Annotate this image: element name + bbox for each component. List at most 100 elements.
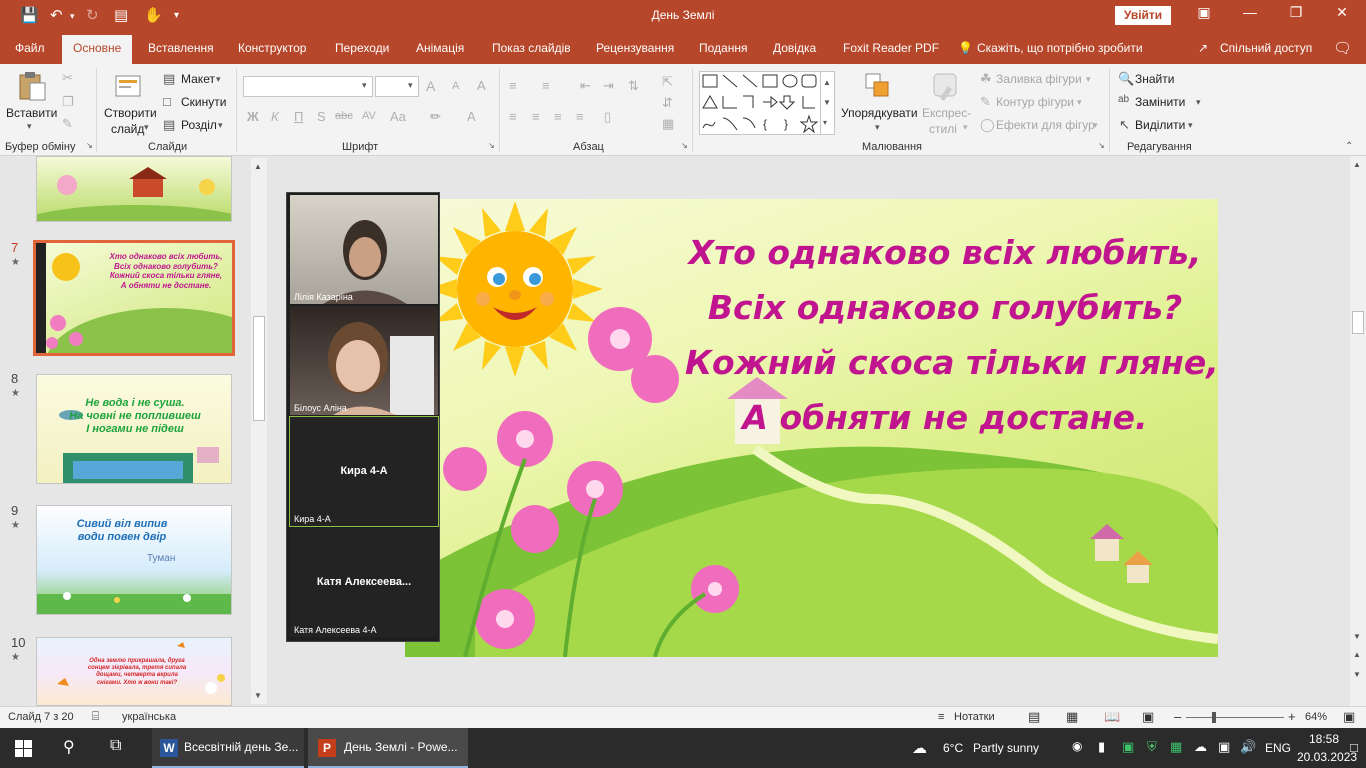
ribbon-display-icon[interactable]: ▣ <box>1189 4 1219 21</box>
gallery-more-icon[interactable]: ▾ <box>823 118 827 127</box>
quick-styles-label-1[interactable]: Експрес- <box>922 106 971 120</box>
paste-icon[interactable] <box>17 70 47 102</box>
align-left-icon[interactable]: ≡ <box>509 109 517 124</box>
change-case-button[interactable]: Aa <box>390 109 406 124</box>
copy-icon[interactable]: ❐ <box>62 94 74 110</box>
font-color-button[interactable]: A <box>467 109 476 124</box>
shapes-gallery-icons[interactable]: {} <box>700 72 820 134</box>
slide-scroll-thumb[interactable] <box>1352 311 1364 334</box>
reading-view-icon[interactable]: 📖 <box>1104 709 1120 725</box>
temperature[interactable]: 6°C <box>943 741 963 755</box>
justify-icon[interactable]: ≡ <box>576 109 584 124</box>
language-indicator[interactable]: українська <box>122 711 176 723</box>
select-dropdown-icon[interactable]: ▾ <box>1188 120 1193 131</box>
select-button[interactable]: Виділити <box>1135 118 1185 132</box>
align-text-icon[interactable]: ⇵ <box>662 95 673 111</box>
windows-start-icon[interactable] <box>15 740 32 757</box>
quick-styles-label-2[interactable]: стилі <box>929 122 957 136</box>
search-icon[interactable]: ⚲ <box>63 737 75 757</box>
participant-video-4[interactable]: Катя Алексеева... Катя Алексеева 4-А <box>289 527 439 638</box>
poem-line-3[interactable]: Кожний скоса тільки гляне, <box>685 343 1218 382</box>
shape-fill-button[interactable]: Заливка фігури <box>996 72 1082 86</box>
task-view-icon[interactable]: ⧉ <box>110 737 121 755</box>
normal-view-icon[interactable]: ▤ <box>1028 709 1040 725</box>
app-tray-icon-2[interactable]: ▦ <box>1170 739 1182 755</box>
tab-home[interactable]: Основне <box>62 35 133 64</box>
notes-button[interactable]: Нотатки <box>954 711 995 723</box>
arrange-button[interactable]: Упорядкувати <box>841 106 918 120</box>
clear-formatting-icon[interactable]: A <box>477 78 486 93</box>
strikethrough-button[interactable]: abc <box>335 110 353 122</box>
tab-foxit[interactable]: Foxit Reader PDF <box>843 41 939 55</box>
shape-outline-dropdown-icon[interactable]: ▾ <box>1077 97 1082 108</box>
format-painter-icon[interactable]: ✎ <box>62 116 73 132</box>
participant-video-1[interactable]: Лілія Казаріна <box>289 194 439 305</box>
section-dropdown-icon[interactable]: ▾ <box>218 120 223 131</box>
shape-effects-dropdown-icon[interactable]: ▾ <box>1093 120 1098 131</box>
clock-date[interactable]: 20.03.2023 <box>1297 750 1357 764</box>
text-direction-icon[interactable]: ⇱ <box>662 74 673 90</box>
video-call-panel[interactable]: Лілія Казаріна Білоус Аліна Кира 4-А Кир… <box>286 192 440 642</box>
slide-thumbnail-7[interactable]: Хто однаково всіх любить, Всіх однаково … <box>33 240 235 356</box>
participant-video-3[interactable]: Кира 4-А Кира 4-А <box>289 416 439 527</box>
weather-icon[interactable]: ☁ <box>912 739 927 757</box>
font-name-input[interactable]: ▾ <box>243 76 373 97</box>
scroll-down-icon[interactable]: ▼ <box>254 691 262 700</box>
quick-styles-icon[interactable] <box>932 72 962 104</box>
layout-button[interactable]: Макет <box>181 72 215 86</box>
thumbnails-scroll-thumb[interactable] <box>253 316 265 421</box>
tab-insert[interactable]: Вставлення <box>148 41 214 55</box>
usb-icon[interactable]: ▮ <box>1098 739 1105 755</box>
find-button[interactable]: Знайти <box>1135 72 1174 86</box>
char-spacing-button[interactable]: AV <box>362 110 376 122</box>
increase-indent-icon[interactable]: ⇥ <box>603 78 614 94</box>
fit-to-window-icon[interactable]: ▣ <box>1343 709 1355 725</box>
tab-file[interactable]: Файл <box>15 41 45 55</box>
align-right-icon[interactable]: ≡ <box>554 109 562 124</box>
collapse-ribbon-icon[interactable]: ⌃ <box>1345 141 1353 152</box>
slide-thumbnail-10[interactable]: Одна землю прикрашала, друга сонцем зігр… <box>36 637 232 706</box>
slide-thumbnails-pane[interactable]: 7 ★ Хто однаково всіх любить, Всіх однак… <box>0 156 270 706</box>
shadow-button[interactable]: S <box>317 109 326 124</box>
restore-icon[interactable]: ❐ <box>1281 4 1311 21</box>
columns-icon[interactable]: ▯ <box>604 109 611 125</box>
zoom-level[interactable]: 64% <box>1305 711 1327 723</box>
tell-me-input[interactable]: Скажіть, що потрібно зробити <box>977 41 1143 55</box>
current-slide[interactable]: Хто однаково всіх любить, Всіх однаково … <box>405 199 1218 657</box>
slide-thumbnail-6[interactable] <box>36 156 232 222</box>
tab-slideshow[interactable]: Показ слайдів <box>492 41 571 55</box>
clock-time[interactable]: 18:58 <box>1309 732 1339 746</box>
decrease-indent-icon[interactable]: ⇤ <box>580 78 591 94</box>
comments-icon[interactable]: 🗨 <box>1333 39 1352 57</box>
arrange-dropdown-icon[interactable]: ▾ <box>875 122 880 133</box>
shape-effects-button[interactable]: Ефекти для фігур <box>996 118 1095 132</box>
new-slide-label-1[interactable]: Створити <box>104 106 157 120</box>
taskbar-powerpoint-window[interactable]: P День Землі - Powe... <box>308 728 468 768</box>
input-language[interactable]: ENG <box>1265 741 1291 755</box>
volume-icon[interactable]: 🔊 <box>1240 739 1256 755</box>
share-button[interactable]: Спільний доступ <box>1220 41 1312 55</box>
tab-help[interactable]: Довідка <box>773 41 816 55</box>
taskbar-word-window[interactable]: W Всесвітній день Зе... <box>152 728 304 768</box>
new-slide-icon[interactable] <box>114 70 144 102</box>
line-spacing-icon[interactable]: ⇅ <box>628 78 639 94</box>
layout-dropdown-icon[interactable]: ▾ <box>216 74 221 85</box>
participant-video-2[interactable]: Білоус Аліна <box>289 305 439 416</box>
paragraph-launcher-icon[interactable]: ↘ <box>681 141 688 150</box>
slide-thumbnail-8[interactable]: Не вода і не суша. На човні не поплившеш… <box>36 374 232 484</box>
security-icon[interactable]: ⛨ <box>1147 739 1157 755</box>
replace-dropdown-icon[interactable]: ▾ <box>1196 97 1201 108</box>
font-name-dropdown-icon[interactable]: ▾ <box>362 80 367 91</box>
new-slide-label-2[interactable]: слайд <box>111 122 144 136</box>
notifications-icon[interactable]: □ <box>1350 740 1358 755</box>
app-tray-icon[interactable]: ▣ <box>1122 739 1134 755</box>
poem-line-4[interactable]: А обняти не достане. <box>685 398 1205 437</box>
align-center-icon[interactable]: ≡ <box>532 109 540 124</box>
scroll-up-icon[interactable]: ▲ <box>254 162 262 171</box>
gallery-up-icon[interactable]: ▲ <box>823 78 831 87</box>
clipboard-launcher-icon[interactable]: ↘ <box>86 141 93 150</box>
slideshow-view-icon[interactable]: ▣ <box>1142 709 1154 725</box>
thumbnails-scrollbar[interactable]: ▲ ▼ <box>251 158 267 704</box>
new-slide-dropdown-icon[interactable]: ▾ <box>144 122 149 133</box>
tab-animations[interactable]: Анімація <box>416 41 464 55</box>
